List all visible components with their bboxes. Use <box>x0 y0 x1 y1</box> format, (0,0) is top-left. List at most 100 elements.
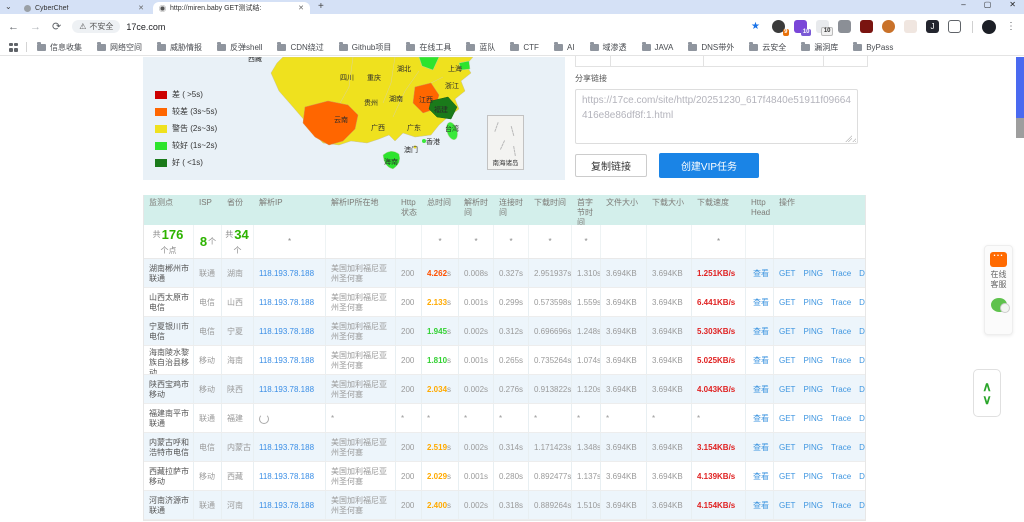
bookmark-folder[interactable]: CTF <box>510 43 539 52</box>
back-icon[interactable]: ← <box>8 21 19 33</box>
close-button[interactable]: ✕ <box>1009 0 1016 9</box>
extension-icon-1[interactable]: 9 <box>772 20 785 33</box>
dig-link[interactable]: Dig <box>859 501 865 511</box>
bookmark-folder[interactable]: 反弹shell <box>217 42 262 53</box>
get-link[interactable]: GET <box>779 414 795 424</box>
view-link[interactable]: 查看 <box>753 269 769 279</box>
bookmark-folder[interactable]: 威胁情报 <box>157 42 202 53</box>
share-link-textarea[interactable]: https://17ce.com/site/http/20251230_617f… <box>575 89 858 144</box>
dig-link[interactable]: Dig <box>859 356 865 366</box>
view-link[interactable]: 查看 <box>753 501 769 511</box>
scroll-up-icon[interactable]: ∧ <box>982 381 992 392</box>
extension-icon-4[interactable] <box>838 20 851 33</box>
ip-link[interactable]: 118.193.78.188 <box>259 385 314 395</box>
ping-link[interactable]: PING <box>803 269 823 279</box>
extensions-puzzle-icon[interactable] <box>948 20 961 33</box>
bookmark-star-icon[interactable]: ★ <box>751 21 760 32</box>
bookmark-folder[interactable]: JAVA <box>642 43 674 52</box>
get-link[interactable]: GET <box>779 472 795 482</box>
ping-link[interactable]: PING <box>803 472 823 482</box>
trace-link[interactable]: Trace <box>831 356 851 366</box>
create-vip-task-button[interactable]: 创建VIP任务 <box>659 153 759 178</box>
ping-link[interactable]: PING <box>803 356 823 366</box>
bookmark-folder[interactable]: 云安全 <box>749 42 786 53</box>
tab-close-icon[interactable]: ✕ <box>138 4 144 12</box>
bookmark-folder[interactable]: 蓝队 <box>466 42 495 53</box>
new-tab-button[interactable]: + <box>318 1 324 12</box>
extension-icon-3[interactable]: 10 <box>816 20 829 33</box>
dig-link[interactable]: Dig <box>859 472 865 482</box>
dig-link[interactable]: Dig <box>859 269 865 279</box>
chat-bubble-icon[interactable] <box>990 252 1007 267</box>
trace-link[interactable]: Trace <box>831 414 851 424</box>
trace-link[interactable]: Trace <box>831 472 851 482</box>
ip-link[interactable]: 118.193.78.188 <box>259 472 314 482</box>
dig-link[interactable]: Dig <box>859 443 865 453</box>
ping-link[interactable]: PING <box>803 298 823 308</box>
extension-icon-5[interactable] <box>860 20 873 33</box>
scrollbar-thumb[interactable] <box>1016 118 1024 138</box>
wechat-icon[interactable] <box>991 298 1007 312</box>
trace-link[interactable]: Trace <box>831 269 851 279</box>
bookmark-folder[interactable]: 在线工具 <box>406 42 451 53</box>
copy-link-button[interactable]: 复制链接 <box>575 154 647 177</box>
get-link[interactable]: GET <box>779 385 795 395</box>
tab-search-chevron-icon[interactable]: ⌄ <box>5 2 12 12</box>
get-link[interactable]: GET <box>779 356 795 366</box>
view-link[interactable]: 查看 <box>753 472 769 482</box>
ping-link[interactable]: PING <box>803 414 823 424</box>
maximize-button[interactable]: ▢ <box>984 0 992 9</box>
get-link[interactable]: GET <box>779 501 795 511</box>
tab-miren-baby[interactable]: http://miren.baby GET测试结: ✕ <box>153 2 310 14</box>
ip-link[interactable]: 118.193.78.188 <box>259 269 314 279</box>
bookmark-folder[interactable]: DNS带外 <box>688 42 734 53</box>
dig-link[interactable]: Dig <box>859 298 865 308</box>
view-link[interactable]: 查看 <box>753 356 769 366</box>
extension-icon-2[interactable]: 10 <box>794 20 807 33</box>
address-bar-url[interactable]: 17ce.com <box>126 22 165 32</box>
security-chip[interactable]: ⚠ 不安全 <box>72 20 120 33</box>
ip-link[interactable]: 118.193.78.188 <box>259 298 314 308</box>
extension-icon-j[interactable]: J <box>926 20 939 33</box>
forward-icon[interactable]: → <box>30 21 41 33</box>
dig-link[interactable]: Dig <box>859 327 865 337</box>
bookmark-folder[interactable]: ByPass <box>853 43 893 52</box>
ip-link[interactable]: 118.193.78.188 <box>259 501 314 511</box>
ip-link[interactable]: 118.193.78.188 <box>259 443 314 453</box>
scroll-down-icon[interactable]: ∨ <box>982 394 992 405</box>
view-link[interactable]: 查看 <box>753 414 769 424</box>
profile-avatar[interactable] <box>982 20 996 34</box>
dig-link[interactable]: Dig <box>859 385 865 395</box>
view-link[interactable]: 查看 <box>753 385 769 395</box>
trace-link[interactable]: Trace <box>831 385 851 395</box>
bookmark-folder[interactable]: CDN绕过 <box>277 42 323 53</box>
trace-link[interactable]: Trace <box>831 443 851 453</box>
tab-cyberchef[interactable]: CyberChef ✕ <box>18 2 150 14</box>
minimize-button[interactable]: – <box>961 0 965 9</box>
extension-icon-6[interactable] <box>882 20 895 33</box>
tab-close-icon[interactable]: ✕ <box>298 4 304 12</box>
bookmark-folder[interactable]: 域渗透 <box>590 42 627 53</box>
bookmark-folder[interactable]: 漏洞库 <box>801 42 838 53</box>
ping-link[interactable]: PING <box>803 443 823 453</box>
extension-icon-7[interactable] <box>904 20 917 33</box>
bookmark-folder[interactable]: 网络空间 <box>97 42 142 53</box>
ping-link[interactable]: PING <box>803 501 823 511</box>
reload-icon[interactable]: ⟳ <box>52 20 61 33</box>
get-link[interactable]: GET <box>779 443 795 453</box>
browser-menu-icon[interactable]: ⋮ <box>1006 21 1016 32</box>
bookmark-folder[interactable]: 信息收集 <box>37 42 82 53</box>
trace-link[interactable]: Trace <box>831 327 851 337</box>
customer-service-widget[interactable]: 在线 客服 <box>984 245 1013 335</box>
ip-link[interactable]: 118.193.78.188 <box>259 356 314 366</box>
get-link[interactable]: GET <box>779 327 795 337</box>
ip-link[interactable]: 118.193.78.188 <box>259 327 314 337</box>
apps-grid-icon[interactable] <box>9 43 18 52</box>
ping-link[interactable]: PING <box>803 385 823 395</box>
get-link[interactable]: GET <box>779 298 795 308</box>
view-link[interactable]: 查看 <box>753 298 769 308</box>
trace-link[interactable]: Trace <box>831 501 851 511</box>
view-link[interactable]: 查看 <box>753 443 769 453</box>
trace-link[interactable]: Trace <box>831 298 851 308</box>
ping-link[interactable]: PING <box>803 327 823 337</box>
